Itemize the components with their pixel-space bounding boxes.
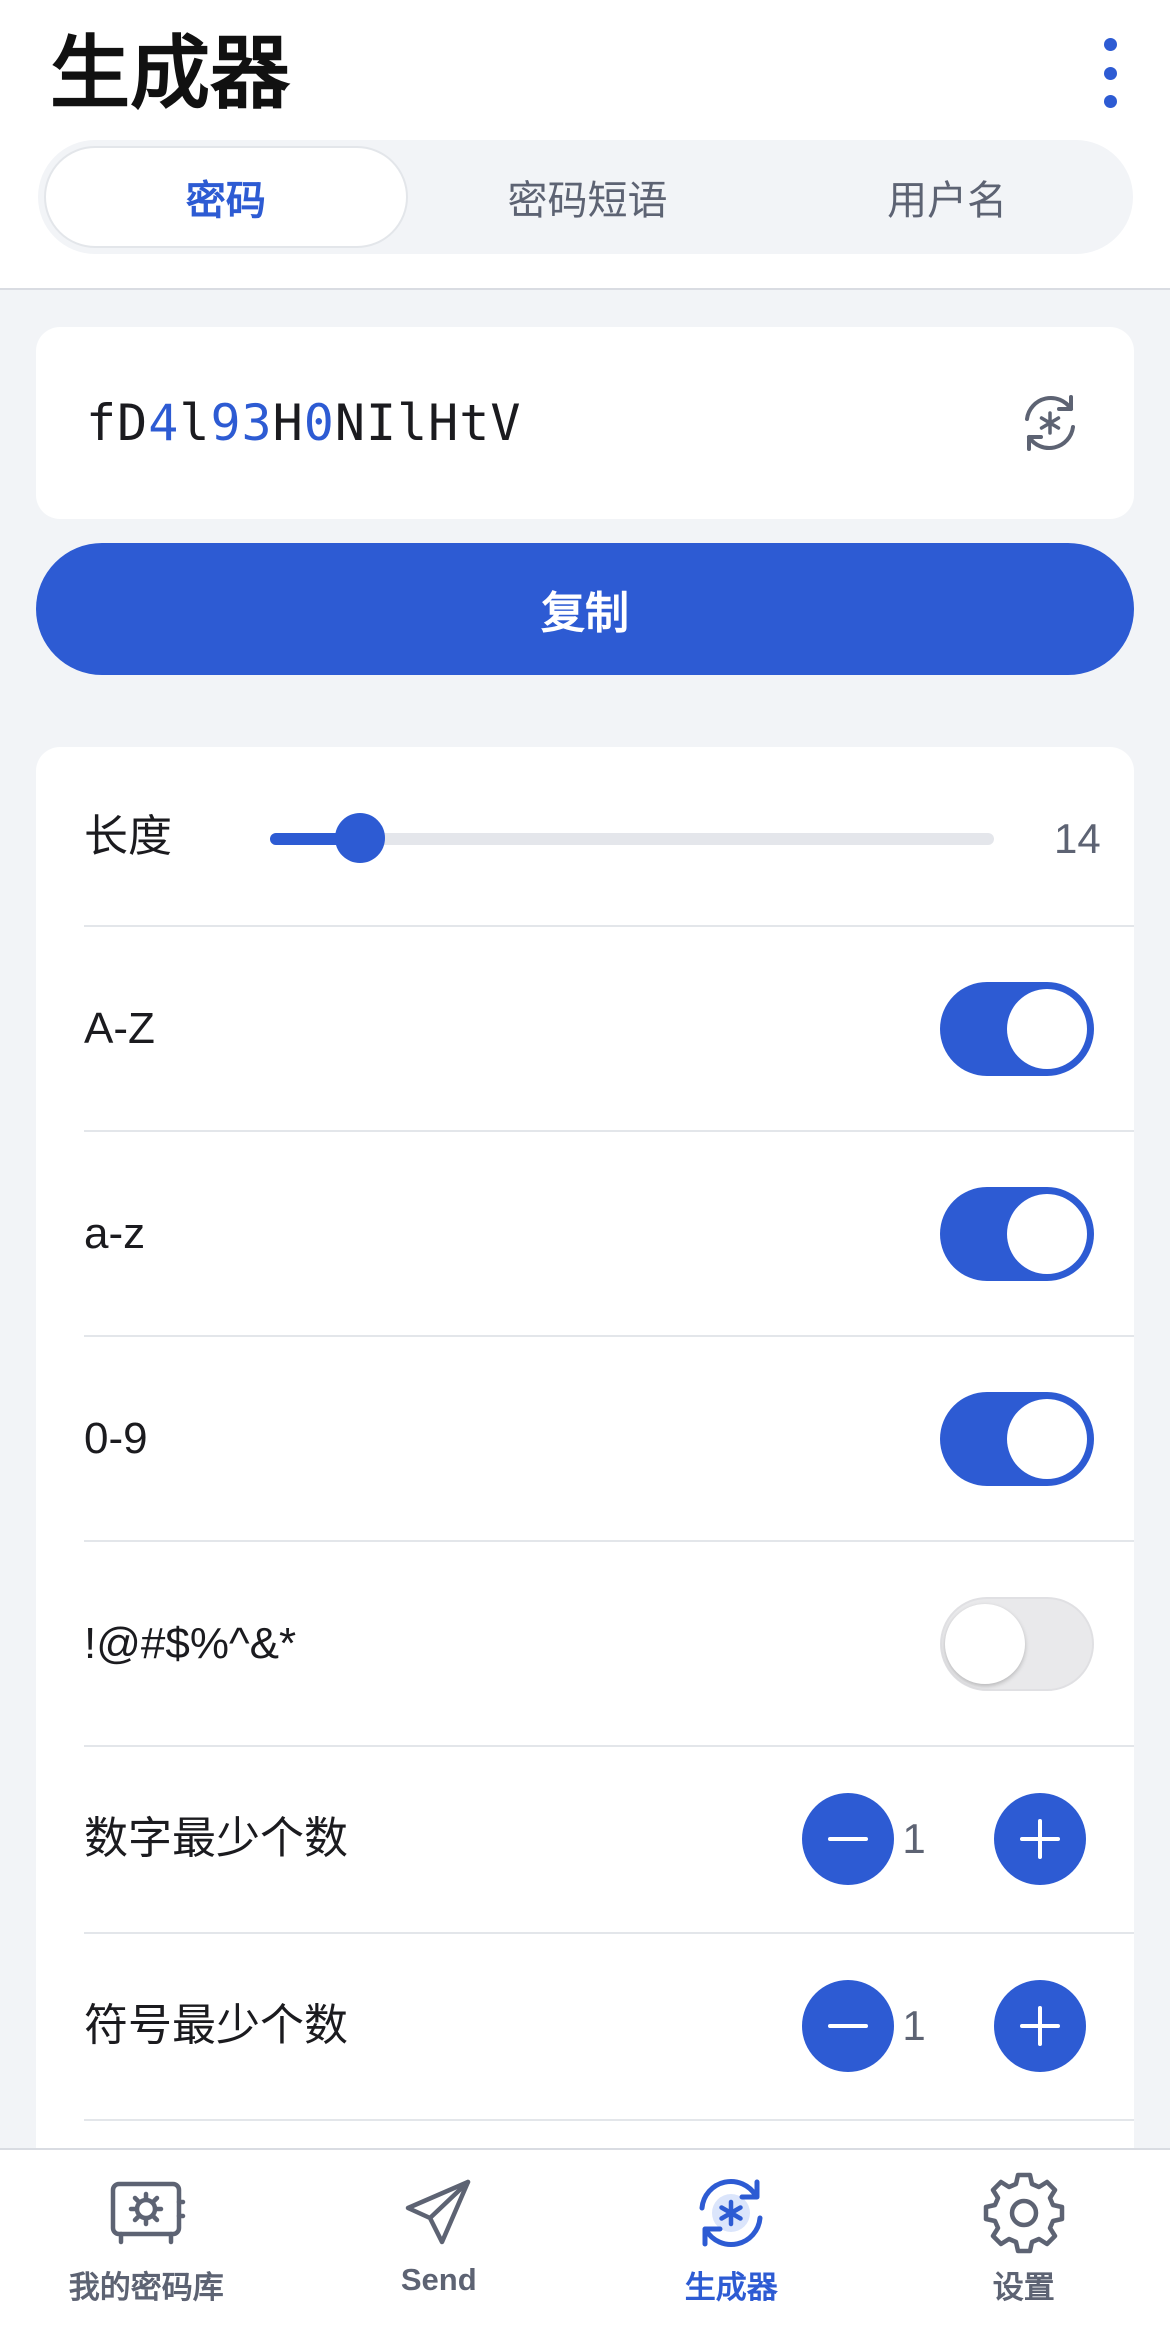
generator-icon [699, 2179, 763, 2247]
password-segment-letter: l [179, 394, 211, 452]
length-slider-thumb[interactable] [335, 813, 386, 863]
min-special-row: 符号最少个数 1 [84, 1934, 1134, 2121]
tab-vault-label: 我的密码库 [68, 2270, 224, 2305]
tab-username[interactable]: 用户名 [767, 146, 1127, 248]
special-row: !@#$%^&* [84, 1542, 1134, 1747]
tab-generator-label: 生成器 [684, 2270, 778, 2305]
min-special-label: 符号最少个数 [84, 2001, 348, 2050]
page-title: 生成器 [50, 29, 290, 118]
password-segment-number: 4 [148, 394, 180, 452]
tab-vault[interactable]: 我的密码库 [0, 2150, 293, 2340]
generator-type-tabs: 密码 密码短语 用户名 [38, 140, 1133, 254]
password-options: 长度 14 A-Z a-z 0-9 !@#$%^&* 数字最少个数 1 符号最少… [36, 747, 1134, 2247]
min-numbers-row: 数字最少个数 1 [84, 1747, 1134, 1934]
numbers-label: 0-9 [84, 1414, 148, 1463]
tab-send-label: Send [400, 2262, 477, 2297]
special-toggle[interactable] [940, 1597, 1094, 1691]
lowercase-label: a-z [84, 1209, 146, 1258]
gear-icon [983, 2172, 1064, 2254]
vault-icon [111, 2181, 186, 2245]
min-numbers-label: 数字最少个数 [84, 1814, 348, 1863]
send-icon [405, 2179, 470, 2245]
min-special-value: 1 [902, 2002, 926, 2049]
min-special-increment-button[interactable] [994, 1980, 1086, 2072]
bottom-tab-bar: 我的密码库 Send 生成器 设置 [0, 2148, 1170, 2340]
generated-password-card: fD4l93H0NIlHtV [36, 327, 1134, 519]
header: 生成器 密码 密码短语 用户名 [0, 0, 1170, 290]
uppercase-toggle[interactable] [940, 982, 1094, 1076]
min-special-decrement-button[interactable] [802, 1980, 894, 2072]
lowercase-row: a-z [84, 1132, 1134, 1337]
tab-settings[interactable]: 设置 [878, 2150, 1170, 2340]
generated-password[interactable]: fD4l93H0NIlHtV [86, 391, 522, 455]
tab-passphrase[interactable]: 密码短语 [408, 146, 768, 248]
more-options-icon[interactable] [1090, 38, 1130, 108]
tab-generator[interactable]: 生成器 [585, 2150, 878, 2340]
tab-settings-label: 设置 [992, 2270, 1055, 2305]
min-numbers-increment-button[interactable] [994, 1793, 1086, 1885]
length-row: 长度 14 [84, 747, 1134, 927]
min-numbers-value: 1 [902, 1815, 926, 1862]
length-label: 长度 [84, 812, 172, 861]
numbers-row: 0-9 [84, 1337, 1134, 1542]
uppercase-row: A-Z [84, 927, 1134, 1132]
tab-password[interactable]: 密码 [44, 146, 408, 248]
numbers-toggle[interactable] [940, 1392, 1094, 1486]
tab-send[interactable]: Send [293, 2150, 586, 2340]
length-value: 14 [1054, 815, 1101, 862]
password-segment-letter: NIlHtV [334, 394, 522, 452]
uppercase-label: A-Z [84, 1004, 155, 1053]
password-segment-letter: fD [86, 394, 149, 452]
min-numbers-decrement-button[interactable] [802, 1793, 894, 1885]
copy-button[interactable]: 复制 [36, 543, 1134, 675]
password-segment-number: 0 [303, 394, 335, 452]
special-label: !@#$%^&* [84, 1619, 297, 1668]
regenerate-icon[interactable] [1016, 389, 1084, 457]
lowercase-toggle[interactable] [940, 1187, 1094, 1281]
password-segment-number: 93 [210, 394, 273, 452]
password-segment-letter: H [272, 394, 304, 452]
